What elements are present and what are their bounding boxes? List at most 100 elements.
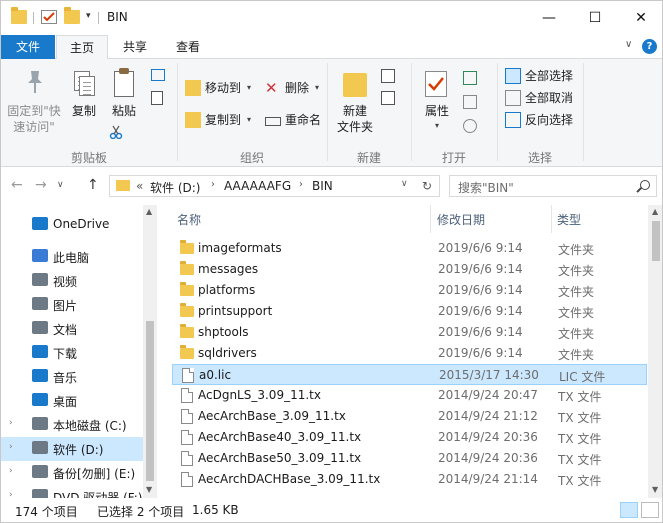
column-header-name[interactable]: 名称	[177, 211, 201, 228]
invert-selection-button[interactable]: 反向选择	[505, 111, 573, 128]
nav-item[interactable]: 备份[勿删] (E:) ›	[1, 461, 143, 485]
up-button[interactable]: ↑	[87, 177, 99, 193]
pin-quick-access-button[interactable]: 固定到"快 速访问"	[3, 63, 65, 143]
new-folder-label-line2: 文件夹	[336, 120, 373, 134]
address-overflow[interactable]: «	[136, 179, 143, 193]
quick-access-dropdown-icon[interactable]: ▾	[86, 11, 91, 21]
paste-button[interactable]: 粘贴	[105, 63, 143, 127]
file-row[interactable]: messages 2019/6/6 9:14 文件夹	[172, 259, 647, 280]
scroll-down-icon[interactable]: ▼	[146, 485, 152, 494]
search-input[interactable]: 搜索"BIN"	[458, 179, 514, 196]
nav-item-label: 图片	[53, 299, 78, 313]
copy-button[interactable]: 复制	[65, 63, 103, 127]
column-divider[interactable]	[430, 205, 431, 233]
new-item-icon[interactable]	[381, 69, 395, 83]
file-row[interactable]: AecArchDACHBase_3.09_11.tx 2014/9/24 21:1…	[172, 469, 647, 490]
window-title: BIN	[107, 10, 128, 24]
expand-chevron-icon[interactable]: ›	[9, 418, 13, 428]
rename-icon	[265, 117, 281, 126]
nav-item[interactable]: OneDrive	[1, 213, 143, 237]
column-header-date[interactable]: 修改日期	[437, 211, 485, 228]
nav-item[interactable]: 文档	[1, 317, 143, 341]
properties-button[interactable]: 属性 ▾	[415, 63, 459, 130]
select-all-button[interactable]: 全部选择	[505, 67, 573, 84]
drive-icon	[32, 441, 48, 454]
file-scrollbar[interactable]: ▲ ▼	[648, 205, 662, 498]
tab-share[interactable]: 共享	[109, 35, 161, 59]
file-row[interactable]: AecArchBase_3.09_11.tx 2014/9/24 21:12 TX …	[172, 406, 647, 427]
tab-view[interactable]: 查看	[162, 35, 214, 59]
expand-chevron-icon[interactable]: ›	[9, 442, 13, 452]
nav-item[interactable]: 此电脑	[1, 245, 143, 269]
recent-locations-button[interactable]: ∨	[57, 180, 64, 190]
scroll-down-icon[interactable]: ▼	[652, 485, 658, 494]
cut-icon[interactable]	[109, 125, 123, 139]
copy-to-label: 复制到	[205, 113, 242, 127]
move-to-button[interactable]: 移动到 ▾	[185, 79, 251, 96]
file-row[interactable]: printsupport 2019/6/6 9:14 文件夹	[172, 301, 647, 322]
history-icon[interactable]	[463, 119, 477, 133]
address-segment-drive[interactable]: 软件 (D:)	[150, 179, 200, 196]
maximize-button[interactable]: ☐	[572, 1, 618, 35]
edit-icon[interactable]	[463, 95, 477, 109]
scroll-up-icon[interactable]: ▲	[146, 207, 152, 216]
expand-chevron-icon[interactable]: ›	[9, 466, 13, 476]
file-row[interactable]: platforms 2019/6/6 9:14 文件夹	[172, 280, 647, 301]
selected-size: 1.65 KB	[192, 503, 239, 517]
open-icon[interactable]	[463, 71, 477, 85]
new-folder-quick-icon[interactable]	[64, 7, 80, 24]
properties-quick-icon[interactable]	[41, 10, 57, 24]
help-icon[interactable]: ?	[642, 39, 657, 54]
forward-button[interactable]: →	[35, 177, 47, 193]
address-separator-icon[interactable]: ›	[211, 179, 215, 190]
move-to-label: 移动到	[205, 81, 242, 95]
new-folder-button[interactable]: 新建 文件夹	[331, 63, 379, 143]
column-divider[interactable]	[551, 205, 552, 233]
select-none-button[interactable]: 全部取消	[505, 89, 573, 106]
nav-item[interactable]: 下载	[1, 341, 143, 365]
nav-item[interactable]: 图片	[1, 293, 143, 317]
refresh-icon[interactable]: ↻	[422, 179, 432, 193]
delete-button[interactable]: ✕ 删除 ▾	[265, 79, 319, 96]
nav-item[interactable]: 软件 (D:) ›	[1, 437, 143, 461]
nav-item[interactable]: 视频	[1, 269, 143, 293]
tab-file[interactable]: 文件	[1, 35, 55, 59]
scroll-up-icon[interactable]: ▲	[652, 207, 658, 216]
address-segment-folder[interactable]: AAAAAAFG	[224, 179, 291, 193]
ribbon-collapse-icon[interactable]: ∨	[625, 39, 632, 50]
paste-shortcut-icon[interactable]	[151, 91, 163, 105]
search-box[interactable]: 搜索"BIN"	[449, 175, 657, 197]
nav-scroll-thumb[interactable]	[146, 321, 154, 481]
nav-item[interactable]: 本地磁盘 (C:) ›	[1, 413, 143, 437]
details-view-button[interactable]	[620, 502, 638, 518]
rename-button[interactable]: 重命名	[265, 111, 321, 128]
file-row[interactable]: AcDgnLS_3.09_11.tx 2014/9/24 20:47 TX 文件	[172, 385, 647, 406]
file-row[interactable]: AecArchBase40_3.09_11.tx 2014/9/24 20:36 T…	[172, 427, 647, 448]
address-segment-current[interactable]: BIN	[312, 179, 333, 193]
address-bar[interactable]: « 软件 (D:) › AAAAAAFG › BIN ∨ ↻	[109, 175, 440, 197]
easy-access-icon[interactable]	[381, 91, 395, 105]
address-dropdown-icon[interactable]: ∨	[401, 179, 408, 189]
file-row[interactable]: AecArchBase50_3.09_11.tx 2014/9/24 20:36 T…	[172, 448, 647, 469]
minimize-button[interactable]: —	[526, 1, 572, 35]
copy-to-button[interactable]: 复制到 ▾	[185, 111, 251, 128]
folder-icon	[180, 282, 194, 296]
large-icons-view-button[interactable]	[641, 502, 659, 518]
back-button[interactable]: ←	[11, 177, 23, 193]
column-header-type[interactable]: 类型	[557, 211, 581, 228]
close-button[interactable]: ✕	[618, 1, 662, 35]
address-separator-icon[interactable]: ›	[299, 179, 303, 190]
nav-item[interactable]: 桌面	[1, 389, 143, 413]
file-row[interactable]: sqldrivers 2019/6/6 9:14 文件夹	[172, 343, 647, 364]
file-row[interactable]: shptools 2019/6/6 9:14 文件夹	[172, 322, 647, 343]
file-type: TX 文件	[558, 411, 602, 425]
file-row[interactable]: a0.lic 2015/3/17 14:30 LIC 文件	[172, 364, 647, 385]
copy-path-icon[interactable]	[151, 69, 165, 81]
file-name: platforms	[198, 283, 256, 297]
file-scroll-thumb[interactable]	[652, 221, 660, 261]
nav-item[interactable]: 音乐	[1, 365, 143, 389]
rename-label: 重命名	[285, 113, 322, 127]
file-row[interactable]: imageformats 2019/6/6 9:14 文件夹	[172, 238, 647, 259]
tab-home[interactable]: 主页	[56, 35, 108, 60]
nav-scrollbar[interactable]: ▲ ▼	[143, 205, 157, 498]
